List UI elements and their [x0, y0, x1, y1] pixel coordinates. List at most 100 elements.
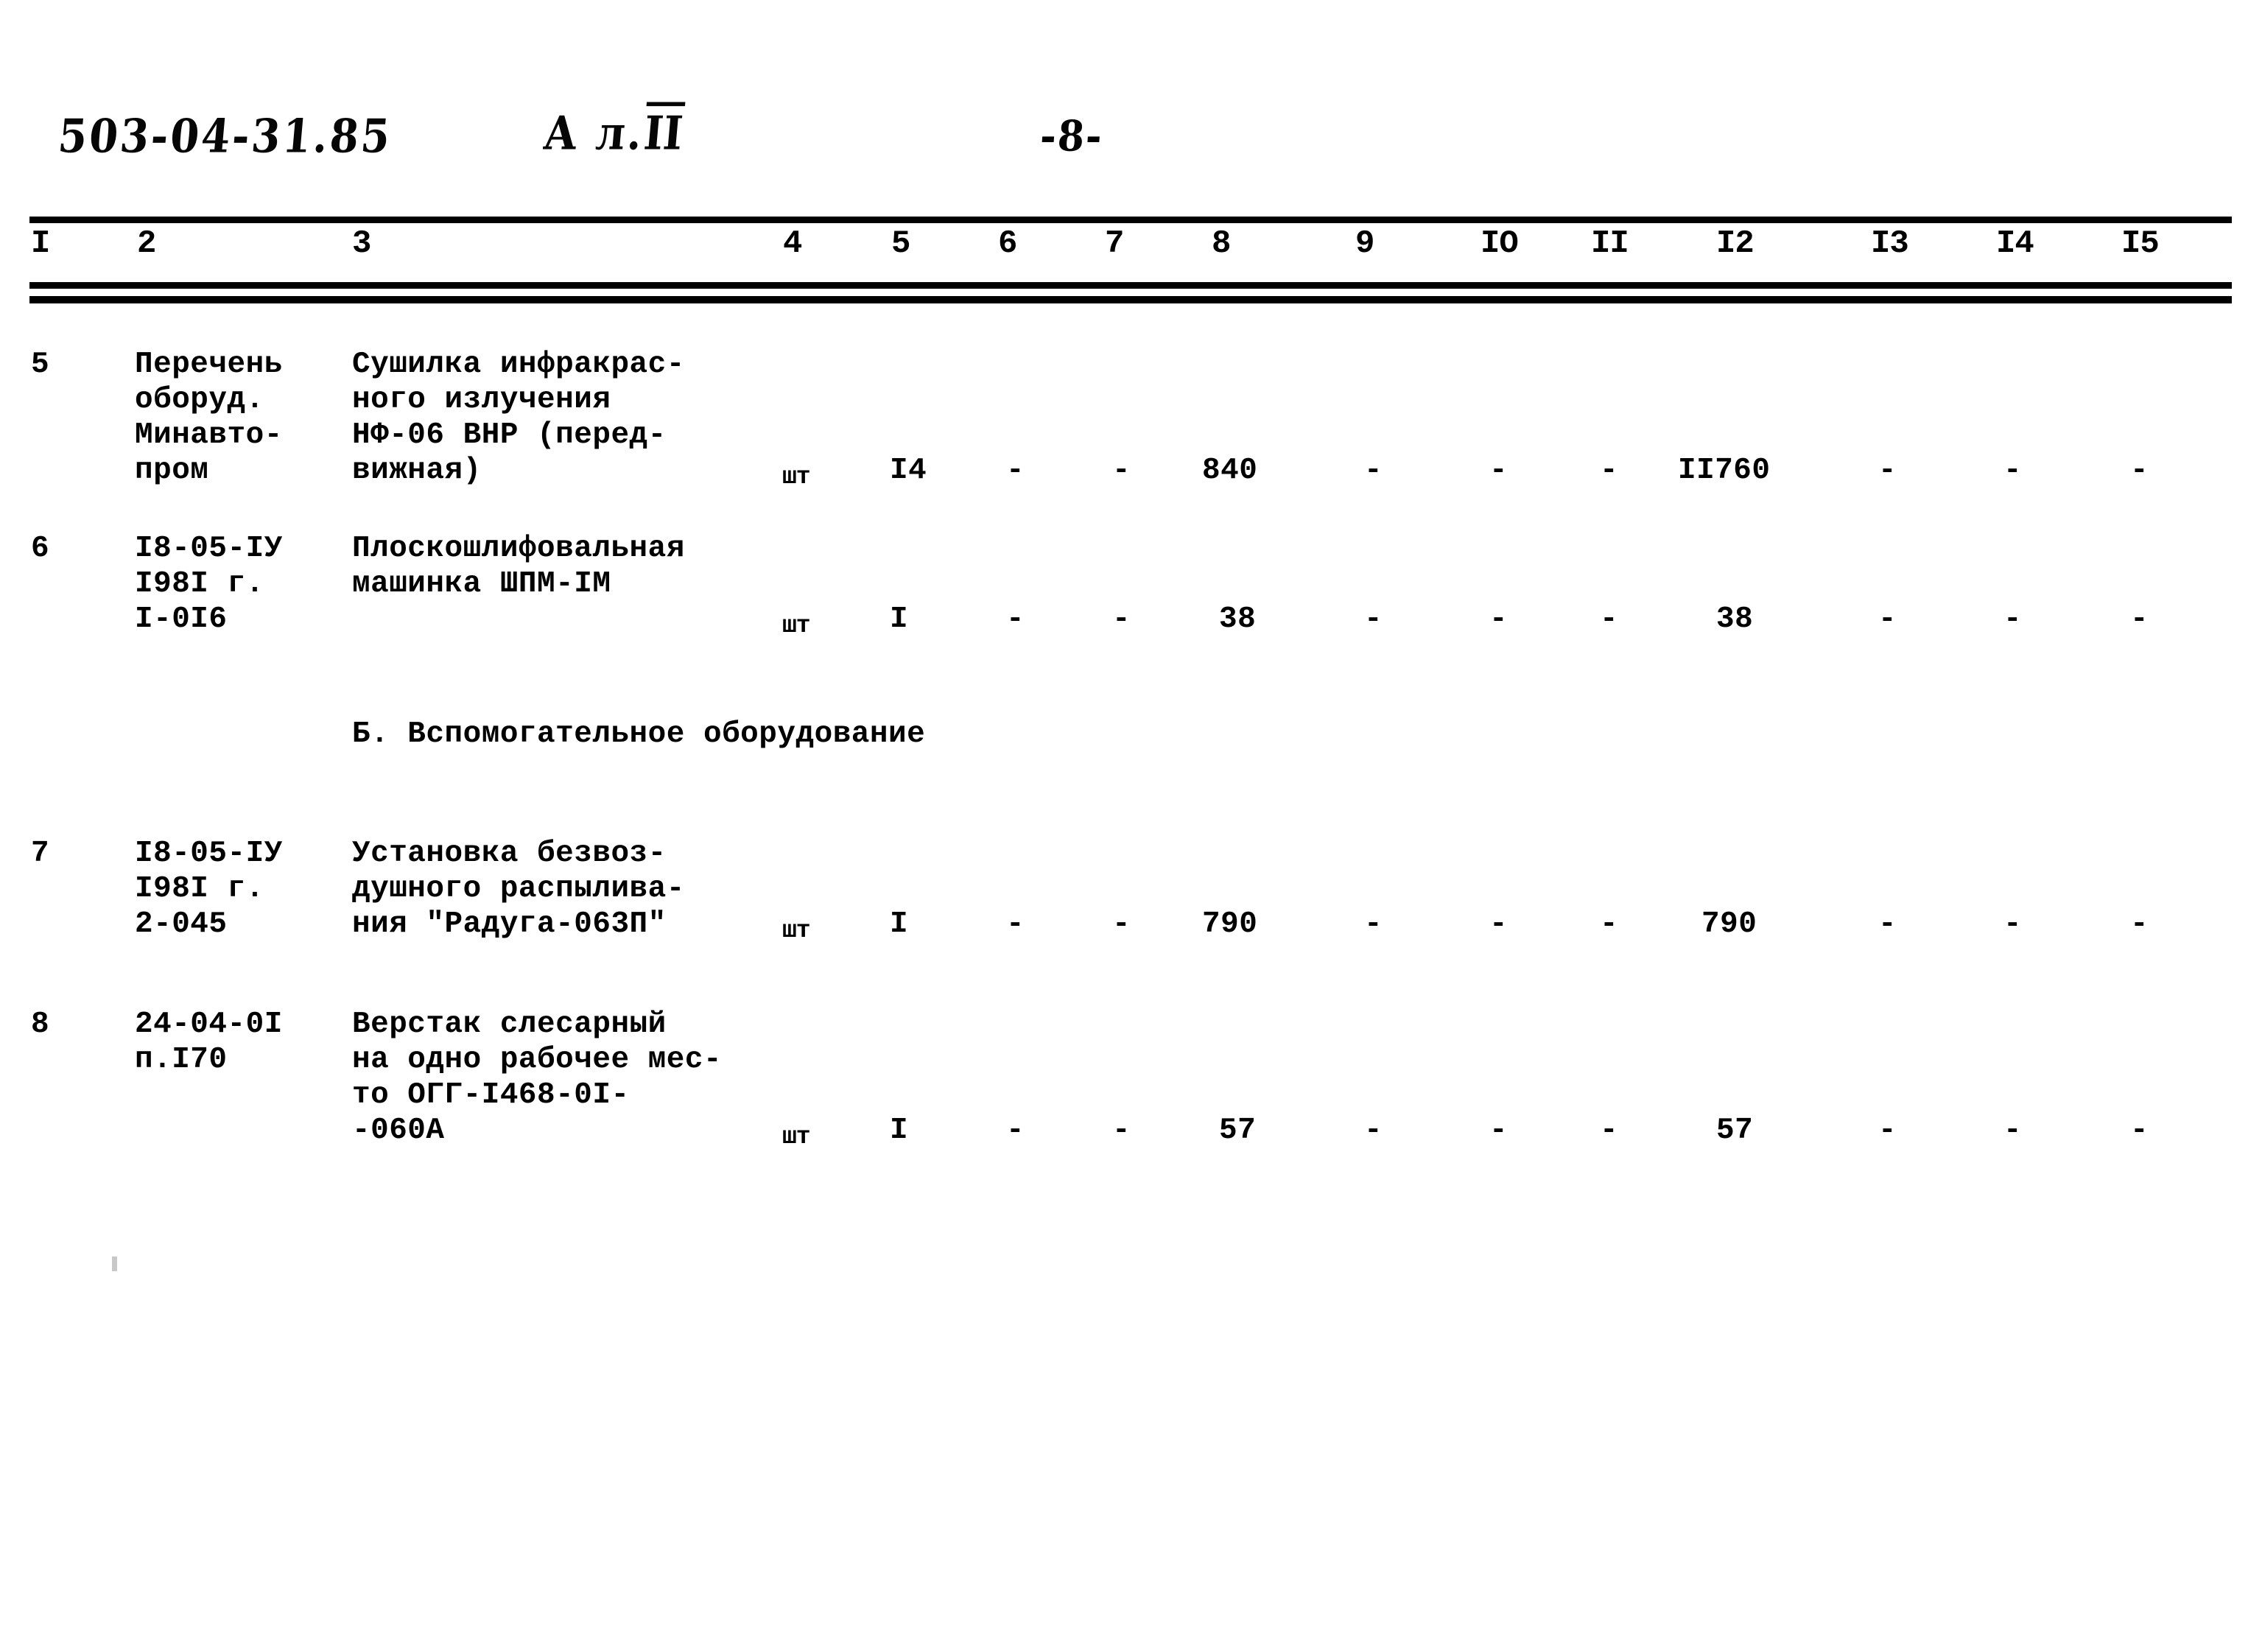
- source-cell: I8-05-IУ: [135, 837, 283, 871]
- source-cell: п.I70: [135, 1043, 228, 1077]
- value-cell: -: [1878, 1114, 1897, 1147]
- value-cell: -: [1489, 1114, 1508, 1147]
- table-rule-top: [29, 217, 2232, 223]
- source-cell: I98I г.: [135, 567, 264, 601]
- table-row: 7 I8-05-IУ I98I г. 2-045 Установка безво…: [0, 835, 2262, 1006]
- column-number-4: 4: [783, 225, 802, 262]
- source-cell: пром: [135, 454, 209, 488]
- table-row: 5 Перечень оборуд. Минавто- пром Сушилка…: [0, 346, 2262, 530]
- row-number: 7: [31, 837, 50, 871]
- value-cell: 790: [1701, 907, 1757, 941]
- source-cell: I98I г.: [135, 872, 264, 906]
- unit-cell: шт: [782, 917, 811, 944]
- unit-cell: шт: [782, 1123, 811, 1150]
- scan-artifact: [112, 1256, 117, 1271]
- row-number: 8: [31, 1008, 50, 1041]
- column-number-5: 5: [891, 225, 910, 262]
- value-cell: -: [1364, 907, 1383, 941]
- value-cell: -: [1006, 1114, 1025, 1147]
- album-prefix: А л.: [541, 106, 647, 161]
- value-cell: -: [1112, 907, 1131, 941]
- source-cell: Перечень: [135, 348, 283, 382]
- value-cell: -: [2130, 454, 2149, 488]
- equipment-name: -060А: [352, 1114, 445, 1147]
- equipment-name: Сушилка инфракрас-: [352, 348, 685, 382]
- value-cell: -: [1006, 907, 1025, 941]
- qty-cell: I4: [890, 454, 927, 488]
- equipment-name: душного распылива-: [352, 872, 685, 906]
- value-cell: -: [2003, 1114, 2023, 1147]
- source-cell: оборуд.: [135, 383, 264, 417]
- table-rule-bottom: [29, 296, 2232, 303]
- equipment-name: Плоскошлифовальная: [352, 532, 685, 566]
- value-cell: -: [1006, 602, 1025, 636]
- column-number-8: 8: [1212, 225, 1231, 262]
- unit-cell: шт: [782, 612, 811, 639]
- value-cell: -: [1364, 1114, 1383, 1147]
- qty-cell: I: [890, 602, 909, 636]
- column-number-6: 6: [998, 225, 1017, 262]
- column-number-11: II: [1591, 225, 1629, 262]
- column-number-header: I 2 3 4 5 6 7 8 9 IO II I2 I3 I4 I5: [0, 225, 2262, 278]
- column-number-10: IO: [1481, 225, 1519, 262]
- value-cell: -: [1112, 454, 1131, 488]
- value-cell: -: [2130, 1114, 2149, 1147]
- column-number-9: 9: [1355, 225, 1374, 262]
- column-number-1: I: [31, 225, 50, 262]
- album-label: А л.II: [541, 106, 685, 161]
- source-cell: I8-05-IУ: [135, 532, 283, 566]
- value-cell: -: [2130, 602, 2149, 636]
- equipment-name: ного излучения: [352, 383, 611, 417]
- value-cell: 57: [1716, 1114, 1754, 1147]
- equipment-name: Верстак слесарный: [352, 1008, 667, 1041]
- equipment-name: машинка ШПМ-IМ: [352, 567, 611, 601]
- row-number: 6: [31, 532, 50, 566]
- table-body: 5 Перечень оборуд. Минавто- пром Сушилка…: [0, 346, 2262, 1198]
- unit-cell: шт: [782, 463, 811, 491]
- album-number: II: [642, 106, 685, 161]
- value-cell: -: [1878, 907, 1897, 941]
- value-cell: -: [1112, 602, 1131, 636]
- handwritten-header: 503-04-31.85 А л.II -8-: [0, 106, 2262, 191]
- source-cell: 2-045: [135, 907, 228, 941]
- section-heading: Б. Вспомогательное оборудование: [352, 717, 926, 751]
- value-cell: II760: [1678, 454, 1771, 488]
- column-number-13: I3: [1871, 225, 1909, 262]
- value-cell: -: [2130, 907, 2149, 941]
- source-cell: 24-04-0I: [135, 1008, 283, 1041]
- value-cell: 57: [1219, 1114, 1257, 1147]
- value-cell: -: [1489, 454, 1508, 488]
- column-number-15: I5: [2121, 225, 2160, 262]
- column-number-3: 3: [352, 225, 371, 262]
- value-cell: -: [2003, 602, 2023, 636]
- value-cell: -: [1878, 454, 1897, 488]
- value-cell: 38: [1716, 602, 1754, 636]
- qty-cell: I: [890, 907, 909, 941]
- value-cell: -: [1878, 602, 1897, 636]
- document-page: 503-04-31.85 А л.II -8- I 2 3 4 5 6 7 8 …: [0, 0, 2262, 1652]
- column-number-7: 7: [1105, 225, 1124, 262]
- equipment-name: вижная): [352, 454, 482, 488]
- table-rule-middle: [29, 282, 2232, 289]
- equipment-name: Установка безвоз-: [352, 837, 667, 871]
- value-cell: -: [1364, 602, 1383, 636]
- equipment-name: на одно рабочее мес-: [352, 1043, 723, 1077]
- section-heading-row: Б. Вспомогательное оборудование: [0, 701, 2262, 835]
- value-cell: -: [1600, 1114, 1619, 1147]
- value-cell: -: [1489, 602, 1508, 636]
- value-cell: -: [1112, 1114, 1131, 1147]
- value-cell: -: [1364, 454, 1383, 488]
- value-cell: 840: [1202, 454, 1258, 488]
- qty-cell: I: [890, 1114, 909, 1147]
- value-cell: 38: [1219, 602, 1257, 636]
- value-cell: -: [1006, 454, 1025, 488]
- source-cell: Минавто-: [135, 418, 283, 452]
- value-cell: -: [2003, 907, 2023, 941]
- value-cell: -: [1600, 602, 1619, 636]
- value-cell: -: [2003, 454, 2023, 488]
- source-cell: I-0I6: [135, 602, 228, 636]
- column-number-14: I4: [1996, 225, 2034, 262]
- equipment-name: то ОГГ-I468-0I-: [352, 1078, 630, 1112]
- table-row: 6 I8-05-IУ I98I г. I-0I6 Плоскошлифоваль…: [0, 530, 2262, 701]
- value-cell: -: [1600, 907, 1619, 941]
